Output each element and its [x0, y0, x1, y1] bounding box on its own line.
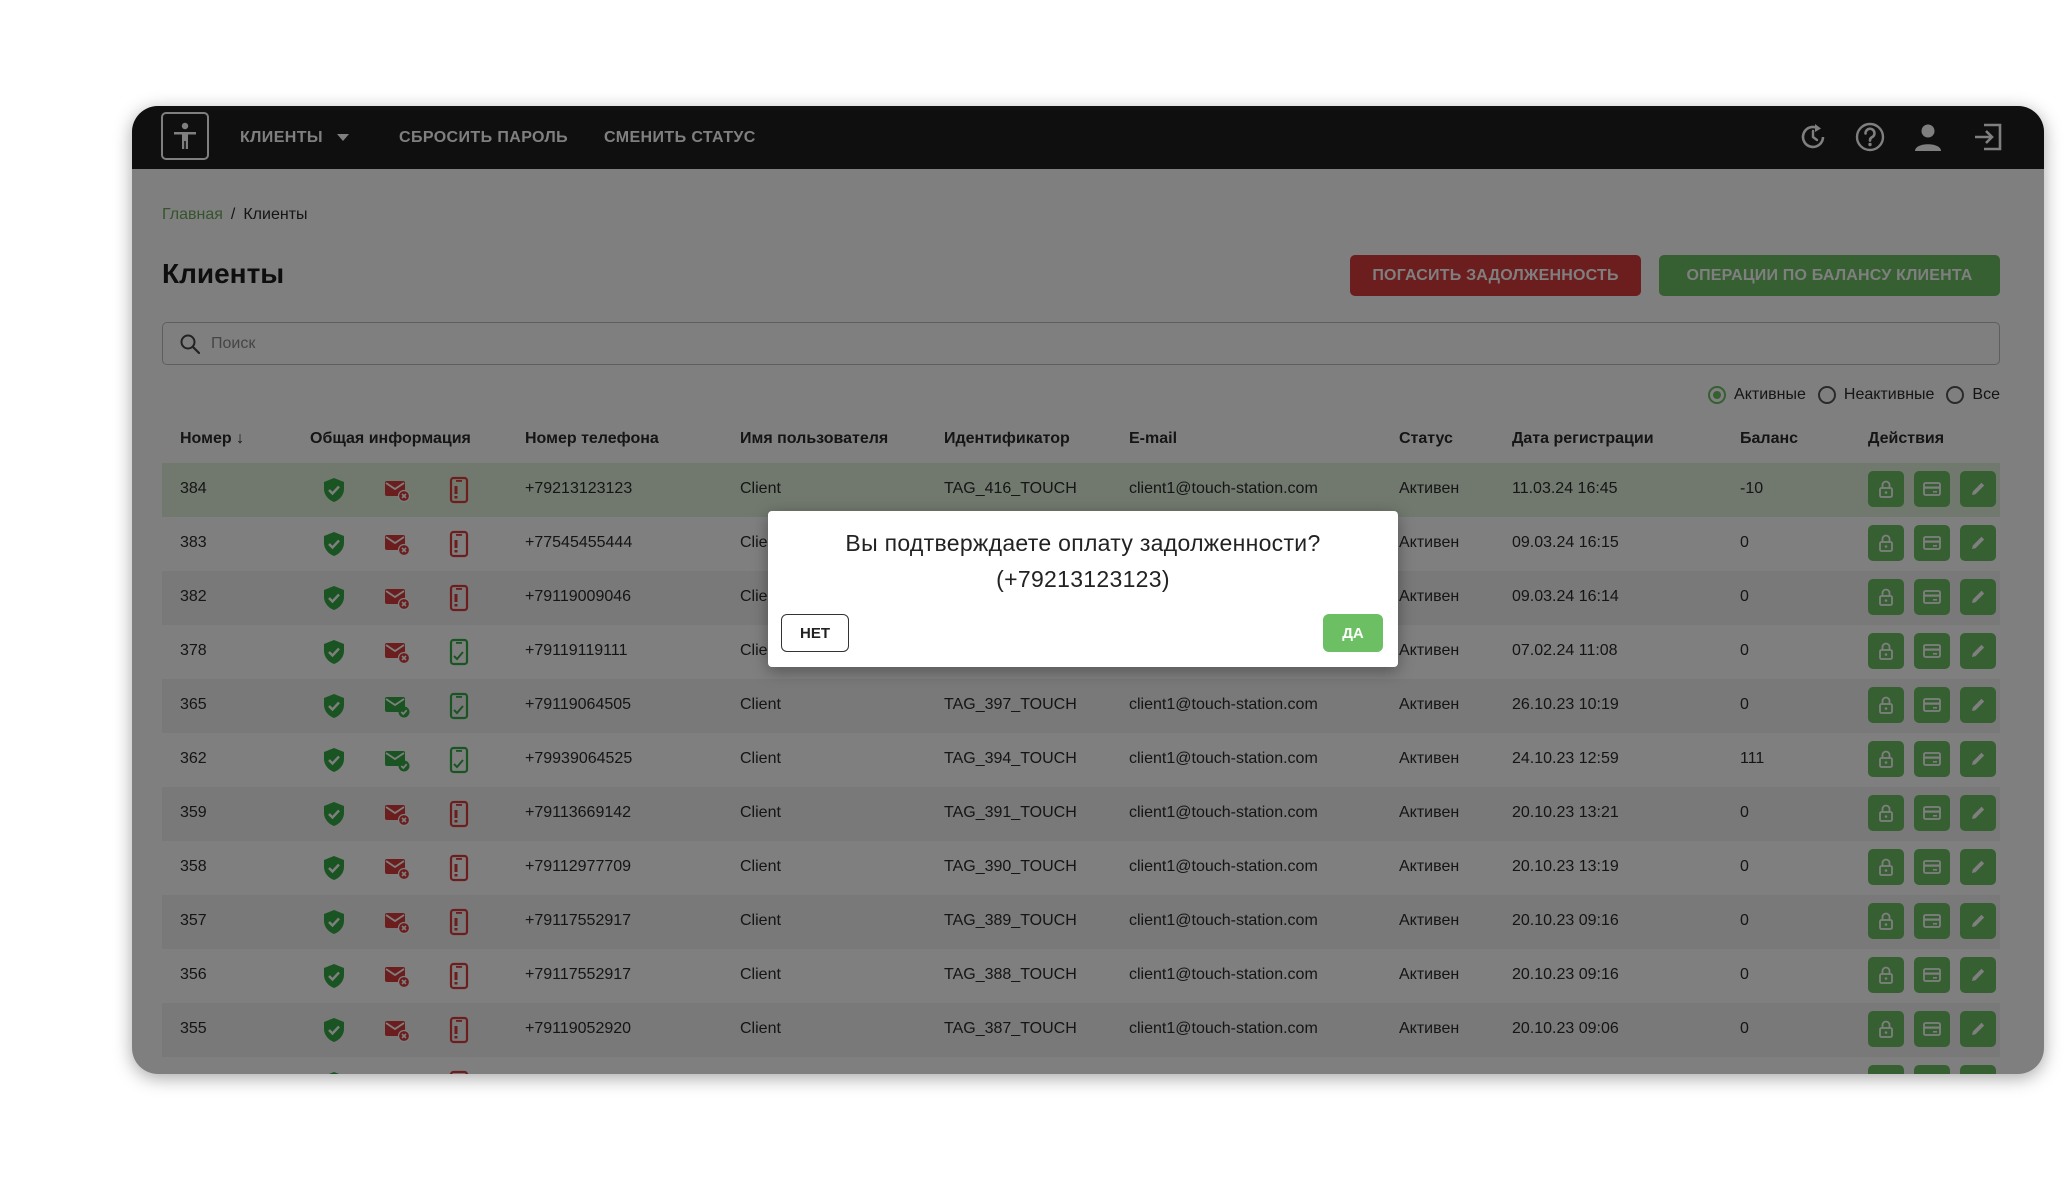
dialog-no-button[interactable]: НЕТ — [781, 614, 849, 652]
dialog-phone: (+79213123123) — [996, 566, 1170, 592]
dialog-question: Вы подтверждаете оплату задолженности? — [845, 530, 1321, 556]
dialog-yes-button[interactable]: ДА — [1323, 614, 1383, 652]
app-window: КЛИЕНТЫ СБРОСИТЬ ПАРОЛЬ СМЕНИТЬ СТАТУС — [132, 106, 2044, 1074]
dialog-message: Вы подтверждаете оплату задолженности? (… — [768, 525, 1398, 597]
confirm-dialog: Вы подтверждаете оплату задолженности? (… — [768, 511, 1398, 667]
